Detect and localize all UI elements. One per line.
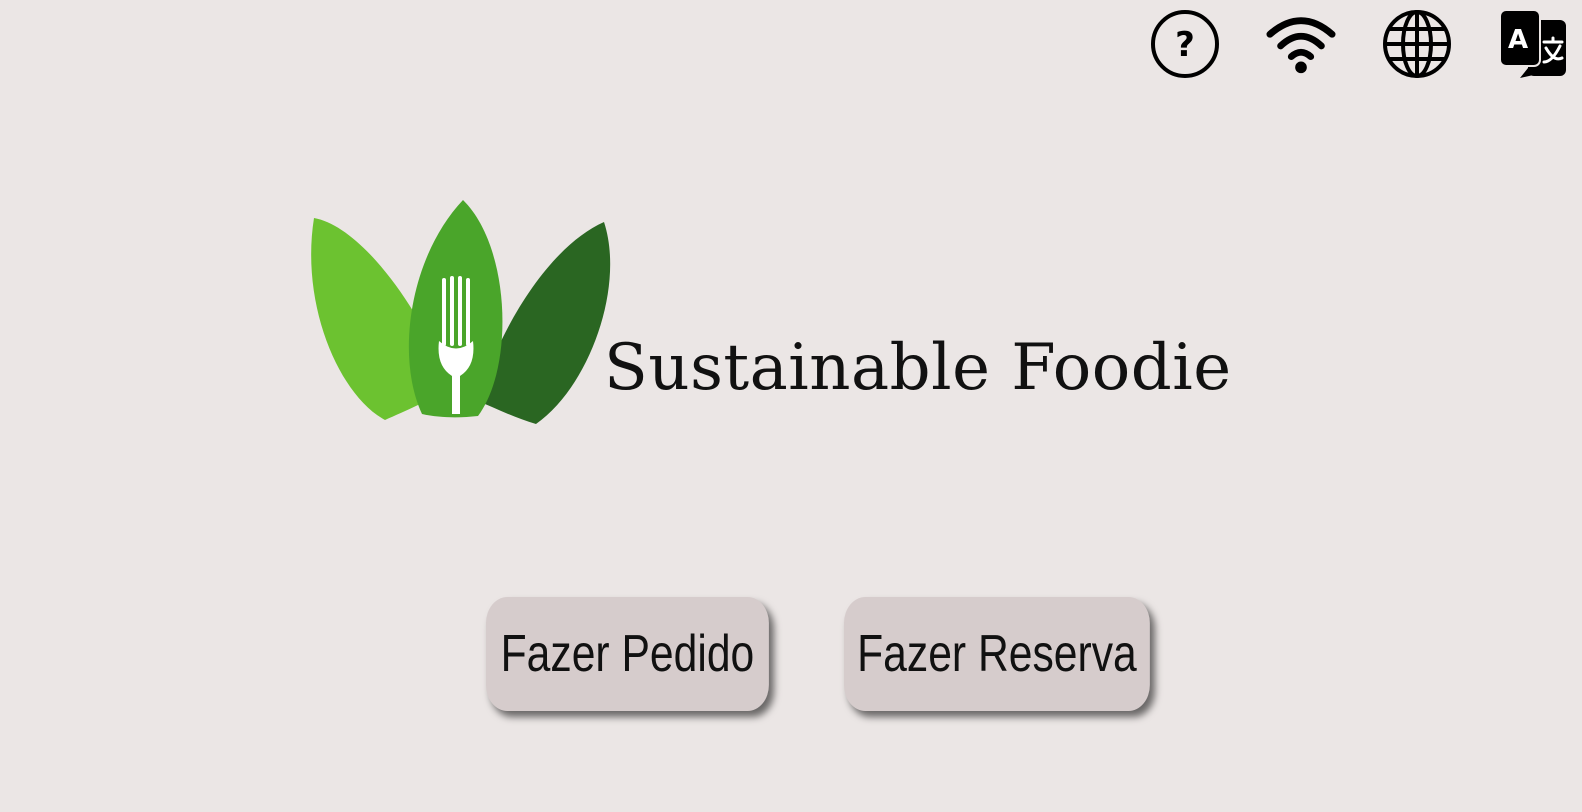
brand-title: Sustainable Foodie: [604, 331, 1232, 405]
top-toolbar: ? A: [1150, 8, 1568, 80]
help-button[interactable]: ?: [1150, 9, 1220, 79]
leaf-fork-icon: [311, 200, 611, 424]
globe-icon: [1383, 10, 1451, 78]
wifi-icon: [1266, 17, 1336, 74]
brand-logo: Sustainable Foodie: [300, 196, 1290, 436]
wifi-button[interactable]: [1266, 9, 1336, 79]
translate-button[interactable]: A: [1498, 9, 1568, 79]
place-order-button[interactable]: Fazer Pedido: [486, 597, 769, 711]
main-actions: Fazer Pedido Fazer Reserva: [0, 597, 1582, 712]
svg-text:A: A: [1508, 25, 1528, 55]
help-icon: ?: [1151, 10, 1219, 78]
translate-icon: A: [1499, 9, 1566, 78]
make-reservation-button[interactable]: Fazer Reserva: [844, 597, 1150, 711]
help-icon-glyph: ?: [1175, 25, 1195, 65]
language-button[interactable]: [1382, 9, 1452, 79]
